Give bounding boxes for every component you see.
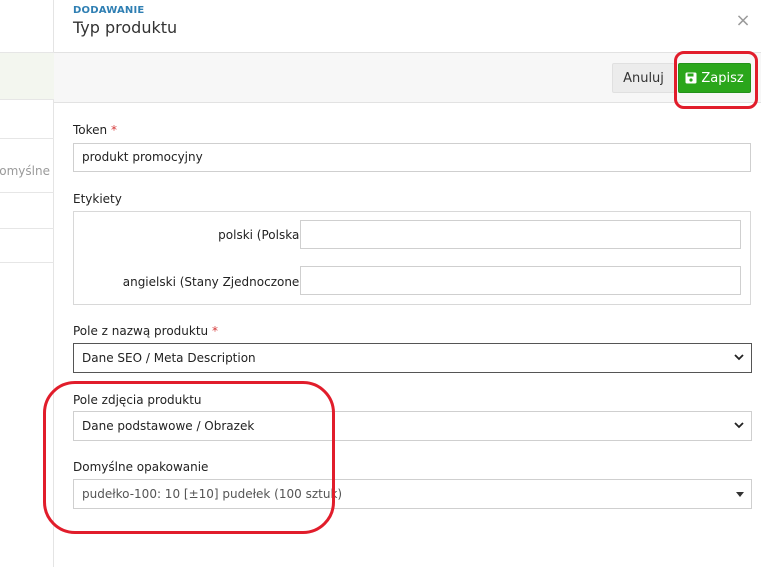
token-input[interactable]: produkt promocyjny — [73, 143, 751, 172]
token-label: Token * — [73, 123, 117, 137]
save-button[interactable]: Zapisz — [678, 63, 751, 93]
label-input-polish[interactable] — [300, 220, 741, 249]
modal-toolbar: Anuluj Zapisz — [54, 52, 761, 103]
background-divider — [0, 228, 54, 229]
label-input-english[interactable] — [300, 266, 741, 295]
chevron-down-icon — [734, 422, 744, 429]
photo-field-selected: Dane podstawowe / Obrazek — [82, 419, 255, 433]
photo-field-label: Pole zdjęcia produktu — [73, 393, 202, 407]
labels-box: polski (Polska) angielski (Stany Zjednoc… — [73, 211, 751, 305]
default-package-selected: pudełko-100: 10 [±10] pudełek (100 sztuk… — [82, 487, 343, 501]
name-field-select[interactable]: Dane SEO / Meta Description — [73, 343, 752, 373]
name-field-selected: Dane SEO / Meta Description — [82, 351, 256, 365]
cancel-button[interactable]: Anuluj — [612, 63, 675, 93]
background-divider — [0, 262, 54, 263]
label-language-english: angielski (Stany Zjednoczone) — [122, 275, 304, 289]
name-field-label: Pole z nazwą produktu * — [73, 324, 218, 338]
save-button-label: Zapisz — [701, 71, 744, 86]
required-mark: * — [211, 324, 218, 338]
chevron-down-icon — [734, 354, 744, 361]
modal-overline: DODAWANIE — [73, 5, 145, 16]
labels-section-label: Etykiety — [73, 192, 122, 206]
caret-down-icon — [736, 492, 744, 497]
background-divider — [0, 138, 54, 139]
modal-title: Typ produktu — [73, 18, 178, 37]
default-package-select[interactable]: pudełko-100: 10 [±10] pudełek (100 sztuk… — [73, 479, 752, 509]
required-mark: * — [110, 123, 117, 137]
background-row-highlighted — [0, 52, 54, 100]
default-package-label: Domyślne opakowanie — [73, 460, 209, 474]
background-page: Domyślne opakowanie — [0, 0, 54, 567]
photo-field-select[interactable]: Dane podstawowe / Obrazek — [73, 411, 752, 441]
modal-header: DODAWANIE Typ produktu × — [54, 0, 761, 52]
close-icon[interactable]: × — [734, 12, 752, 30]
product-type-modal: DODAWANIE Typ produktu × Anuluj Zapisz T… — [43, 0, 761, 567]
label-language-polish: polski (Polska) — [218, 228, 304, 242]
background-cut-text: Domyślne opakowanie — [0, 164, 54, 178]
background-divider — [0, 192, 54, 193]
floppy-disk-icon — [685, 72, 697, 84]
